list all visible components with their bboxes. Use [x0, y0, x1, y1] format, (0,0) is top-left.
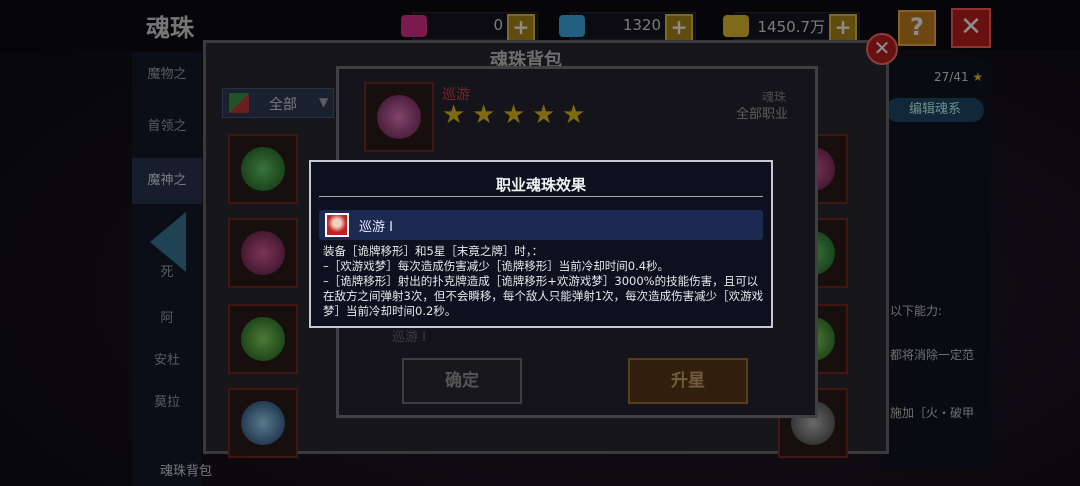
effect-line: –［诡牌移形］射出的扑克牌造成［诡牌移形+欢游戏梦］3000%的技能伤害，且可以… [323, 274, 764, 318]
effect-header: 巡游 I [319, 210, 763, 240]
effect-description: 装备［诡牌移形］和5星［末竟之牌］时，： –［欢游戏梦］每次造成伤害减少［诡牌移… [323, 244, 765, 319]
effect-line: –［欢游戏梦］每次造成伤害减少［诡牌移形］当前冷却时间0.4秒。 [323, 259, 670, 273]
character-portrait-icon [325, 213, 349, 237]
effect-name: 巡游 I [359, 220, 393, 235]
effect-line: 装备［诡牌移形］和5星［末竟之牌］时，： [323, 244, 544, 258]
class-soul-effect-dialog: 职业魂珠效果 巡游 I 装备［诡牌移形］和5星［末竟之牌］时，： –［欢游戏梦］… [309, 160, 773, 328]
divider [319, 196, 763, 197]
dialog-title: 职业魂珠效果 [495, 176, 586, 194]
